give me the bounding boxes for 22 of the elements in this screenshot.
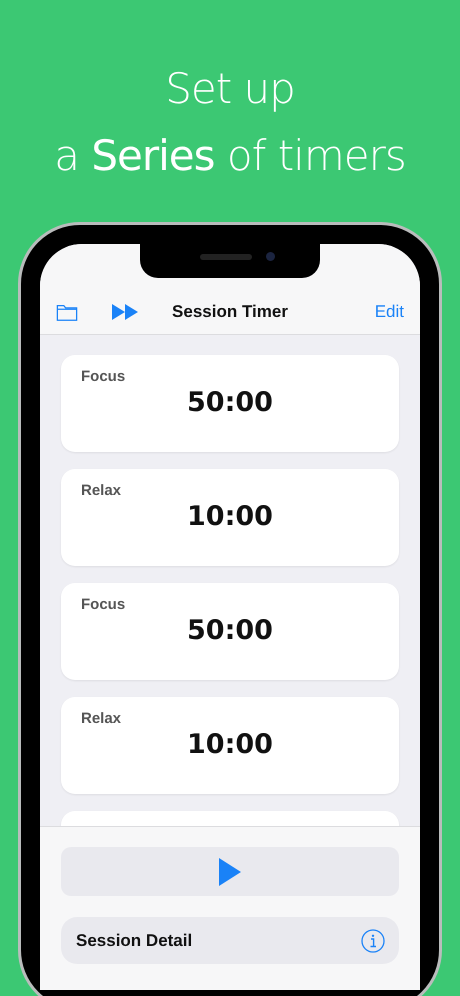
timer-label: Relax xyxy=(81,482,122,499)
headline: Set up xyxy=(164,63,296,115)
session-detail-label: Session Detail xyxy=(76,930,192,950)
timer-time: 50:00 xyxy=(187,615,273,646)
timer-label: Focus xyxy=(81,368,126,385)
headline: a Series of timers xyxy=(53,130,407,182)
timer-time: 50:00 xyxy=(187,387,273,418)
folder-icon[interactable] xyxy=(56,302,78,322)
timer-label: Focus xyxy=(81,596,126,613)
edit-button[interactable]: Edit xyxy=(374,302,404,322)
timer-card[interactable]: Relax 10:00 xyxy=(61,697,399,794)
timer-card[interactable]: Relax 10:00 xyxy=(61,469,399,566)
timer-label: Relax xyxy=(81,710,122,727)
timer-time: 10:00 xyxy=(187,729,273,760)
timer-time: 10:00 xyxy=(187,501,273,532)
play-icon xyxy=(219,858,241,886)
session-detail-row[interactable]: Session Detail xyxy=(61,917,399,964)
info-icon[interactable] xyxy=(361,928,385,952)
fast-forward-icon[interactable] xyxy=(112,304,138,320)
timer-card[interactable]: Focus 50:00 xyxy=(61,355,399,452)
nav-title: Session Timer xyxy=(172,302,288,322)
timer-card[interactable]: Focus 50:00 xyxy=(61,583,399,680)
